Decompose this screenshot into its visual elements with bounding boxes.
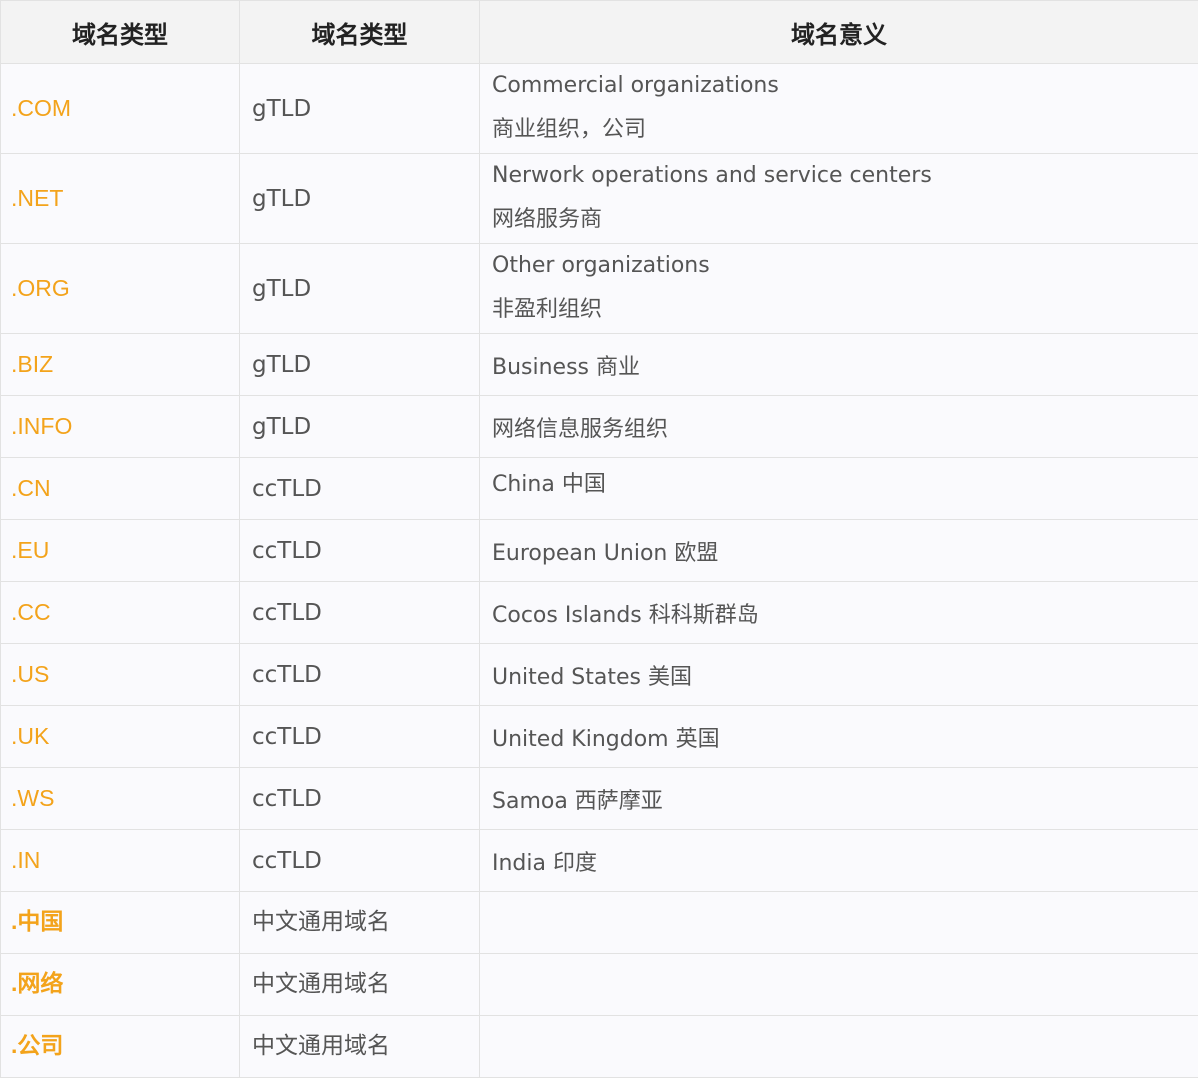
meaning-cell: 网络信息服务组织 — [479, 395, 1198, 458]
header-domain-type: 域名类型 — [0, 0, 240, 64]
domain-cell: .IN — [0, 829, 240, 892]
meaning-cell — [479, 891, 1198, 954]
meaning-en: Nerwork operations and service centers — [492, 163, 932, 188]
meaning-en: Commercial organizations — [492, 73, 779, 98]
meaning-cell: China 中国 — [479, 457, 1198, 520]
table-row: .BIZ gTLD Business 商业 — [0, 333, 1198, 396]
table-row: .EU ccTLD European Union 欧盟 — [0, 519, 1198, 582]
type-cell: ccTLD — [239, 829, 480, 892]
meaning-cell: Nerwork operations and service centers 网… — [479, 153, 1198, 244]
domain-cell: .WS — [0, 767, 240, 830]
type-cell: gTLD — [239, 333, 480, 396]
meaning-cell: United Kingdom 英国 — [479, 705, 1198, 768]
domain-cell: .EU — [0, 519, 240, 582]
meaning-zh: 网络服务商 — [492, 207, 603, 232]
meaning-zh: 商业组织，公司 — [492, 117, 647, 142]
meaning-en: Other organizations — [492, 253, 710, 278]
table-row: .公司 中文通用域名 — [0, 1015, 1198, 1078]
domain-cell: .中国 — [0, 891, 240, 954]
meaning-cell: Business 商业 — [479, 333, 1198, 396]
type-cell: ccTLD — [239, 643, 480, 706]
meaning-cell: Commercial organizations 商业组织，公司 — [479, 63, 1198, 154]
type-cell: gTLD — [239, 153, 480, 244]
domain-cell: .COM — [0, 63, 240, 154]
domain-cell: .CN — [0, 457, 240, 520]
meaning-cell: India 印度 — [479, 829, 1198, 892]
header-domain-category: 域名类型 — [239, 0, 480, 64]
domain-cell: .UK — [0, 705, 240, 768]
type-cell: 中文通用域名 — [239, 891, 480, 954]
table-row: .COM gTLD Commercial organizations 商业组织，… — [0, 63, 1198, 154]
table-row: .CC ccTLD Cocos Islands 科科斯群岛 — [0, 581, 1198, 644]
domain-cell: .BIZ — [0, 333, 240, 396]
domain-cell: .ORG — [0, 243, 240, 334]
meaning-zh: 非盈利组织 — [492, 297, 603, 322]
header-row: 域名类型 域名类型 域名意义 — [0, 0, 1198, 64]
type-cell: 中文通用域名 — [239, 953, 480, 1016]
type-cell: gTLD — [239, 243, 480, 334]
type-cell: ccTLD — [239, 581, 480, 644]
type-cell: 中文通用域名 — [239, 1015, 480, 1078]
table-row: .WS ccTLD Samoa 西萨摩亚 — [0, 767, 1198, 830]
meaning-cell: European Union 欧盟 — [479, 519, 1198, 582]
domain-cell: .US — [0, 643, 240, 706]
type-cell: gTLD — [239, 395, 480, 458]
table-row: .US ccTLD United States 美国 — [0, 643, 1198, 706]
header-domain-meaning: 域名意义 — [479, 0, 1198, 64]
table-row: .ORG gTLD Other organizations 非盈利组织 — [0, 243, 1198, 334]
domain-cell: .公司 — [0, 1015, 240, 1078]
domain-cell: .NET — [0, 153, 240, 244]
meaning-cell — [479, 953, 1198, 1016]
type-cell: ccTLD — [239, 519, 480, 582]
type-cell: ccTLD — [239, 705, 480, 768]
domain-cell: .网络 — [0, 953, 240, 1016]
table-row: .网络 中文通用域名 — [0, 953, 1198, 1016]
table-row: .IN ccTLD India 印度 — [0, 829, 1198, 892]
meaning-cell — [479, 1015, 1198, 1078]
table-row: .中国 中文通用域名 — [0, 891, 1198, 954]
table-row: .UK ccTLD United Kingdom 英国 — [0, 705, 1198, 768]
type-cell: ccTLD — [239, 767, 480, 830]
domain-cell: .INFO — [0, 395, 240, 458]
table-row: .NET gTLD Nerwork operations and service… — [0, 153, 1198, 244]
meaning-cell: Cocos Islands 科科斯群岛 — [479, 581, 1198, 644]
type-cell: ccTLD — [239, 457, 480, 520]
meaning-cell: United States 美国 — [479, 643, 1198, 706]
domain-cell: .CC — [0, 581, 240, 644]
meaning-cell: Other organizations 非盈利组织 — [479, 243, 1198, 334]
table-row: .INFO gTLD 网络信息服务组织 — [0, 395, 1198, 458]
table-row: .CN ccTLD China 中国 — [0, 457, 1198, 520]
type-cell: gTLD — [239, 63, 480, 154]
domain-table: 域名类型 域名类型 域名意义 .COM gTLD Commercial orga… — [0, 0, 1198, 1078]
meaning-cell: Samoa 西萨摩亚 — [479, 767, 1198, 830]
